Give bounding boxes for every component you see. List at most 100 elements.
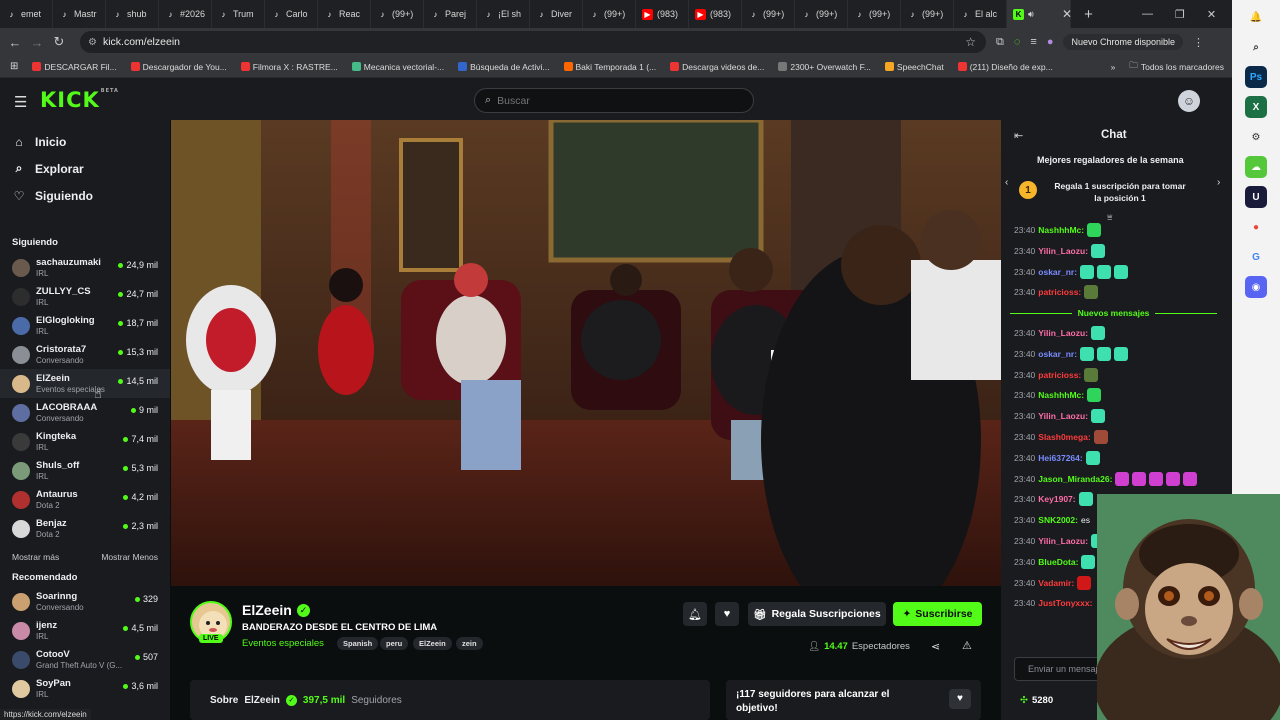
sync-icon[interactable]: ◌ xyxy=(1014,36,1021,48)
u-app-icon[interactable]: U xyxy=(1245,186,1267,208)
profile-icon[interactable]: ● xyxy=(1047,36,1054,48)
report-icon[interactable]: ⚠ xyxy=(962,639,972,652)
browser-tab[interactable]: ♪ #2026 xyxy=(159,0,212,28)
tab-audio-icon[interactable]: 🔊︎ xyxy=(1028,9,1034,20)
photoshop-icon[interactable]: Ps xyxy=(1245,66,1267,88)
channel-item[interactable]: SoyPan IRL 3,6 mil xyxy=(0,674,170,703)
stream-tag[interactable]: peru xyxy=(380,637,409,650)
close-tab-icon[interactable]: ✕ xyxy=(1062,7,1072,21)
browser-tab[interactable]: ♪ Reac xyxy=(318,0,371,28)
message-username[interactable]: Jason_Miranda26: xyxy=(1038,474,1112,484)
close-window-icon[interactable]: ✕ xyxy=(1207,8,1216,21)
media-icon[interactable]: ≡ xyxy=(1030,36,1036,48)
browser-tab[interactable]: ♪ Mastr xyxy=(53,0,106,28)
pin-icon[interactable]: ⩸ xyxy=(1107,212,1112,223)
bell-icon[interactable]: 🔔 xyxy=(1245,6,1267,28)
message-username[interactable]: patricioss: xyxy=(1038,370,1081,380)
search-box[interactable]: ⌕ xyxy=(474,88,754,113)
message-username[interactable]: SNK2002: xyxy=(1038,515,1078,525)
restore-icon[interactable]: ❐ xyxy=(1175,8,1185,21)
search-icon[interactable]: ⌕ xyxy=(1245,36,1267,58)
message-username[interactable]: BlueDota: xyxy=(1038,557,1078,567)
channel-item[interactable]: Kingteka IRL 7,4 mil xyxy=(0,427,170,456)
collapse-chat-icon[interactable]: ⇤ xyxy=(1014,129,1023,142)
goal-heart-button[interactable]: ♥ xyxy=(949,689,971,709)
channel-item[interactable]: Cristorata7 Conversando 15,3 mil xyxy=(0,340,170,369)
channel-item[interactable]: Benjaz Dota 2 2,3 mil xyxy=(0,514,170,543)
streamer-name[interactable]: ElZeein xyxy=(242,602,292,618)
browser-tab[interactable]: ▶ (983) xyxy=(636,0,689,28)
chrome-menu-icon[interactable]: ⋮ xyxy=(1193,36,1204,49)
message-username[interactable]: Yilin_Laozu: xyxy=(1038,411,1088,421)
channel-points[interactable]: ✣ 5280 xyxy=(1020,695,1053,706)
stream-category[interactable]: Eventos especiales xyxy=(242,638,324,649)
browser-tab[interactable]: ♪ Parej xyxy=(424,0,477,28)
menu-icon[interactable]: ☰ xyxy=(14,93,27,111)
show-more-button[interactable]: Mostrar más xyxy=(12,552,59,562)
chat-input[interactable]: Enviar un mensaje xyxy=(1014,657,1104,681)
channel-item[interactable]: sachauzumaki IRL 24,9 mil xyxy=(0,253,170,282)
browser-tab[interactable]: ♪ El alc xyxy=(954,0,1007,28)
stream-tag[interactable]: Spanish xyxy=(337,637,379,650)
channel-item[interactable]: LACOBRAAA Conversando 9 mil xyxy=(0,398,170,427)
show-less-button[interactable]: Mostrar Menos xyxy=(101,552,158,562)
extensions-icon[interactable]: ⧉ xyxy=(996,36,1004,49)
channel-item[interactable]: ijenz IRL 4,5 mil xyxy=(0,616,170,645)
new-chrome-button[interactable]: Nuevo Chrome disponible xyxy=(1063,34,1184,50)
message-username[interactable]: NashhhMc: xyxy=(1038,225,1084,235)
browser-tab[interactable]: ♪ ¡El sh xyxy=(477,0,530,28)
nav-item-siguiendo[interactable]: ♡ Siguiendo xyxy=(0,182,170,209)
message-username[interactable]: Slash0mega: xyxy=(1038,432,1090,442)
stream-tag[interactable]: zein xyxy=(456,637,483,650)
message-username[interactable]: Yilin_Laozu: xyxy=(1038,536,1088,546)
bookmark-item[interactable]: 2300+ Overwatch F... xyxy=(778,62,871,72)
reload-icon[interactable]: ↻ xyxy=(48,34,70,50)
gifters-next-icon[interactable]: › xyxy=(1217,177,1220,188)
message-username[interactable]: NashhhMc: xyxy=(1038,390,1084,400)
bookmark-item[interactable]: (211) Diseño de exp... xyxy=(957,62,1053,72)
channel-item[interactable]: Shuls_off IRL 5,3 mil xyxy=(0,456,170,485)
channel-item[interactable]: Antaurus Dota 2 4,2 mil xyxy=(0,485,170,514)
bookmark-item[interactable]: Descargador de You... xyxy=(130,62,227,72)
gift-subs-button[interactable]: 🎁︎ Regala Suscripciones xyxy=(748,602,886,626)
channel-item[interactable]: ElZeein Eventos especiales 14,5 mil xyxy=(0,369,170,398)
message-username[interactable]: oskar_nr: xyxy=(1038,349,1077,359)
bookmark-item[interactable]: Búsqueda de Activi... xyxy=(458,62,550,72)
channel-item[interactable]: ElGlogloking IRL 18,7 mil xyxy=(0,311,170,340)
channel-item[interactable]: CotooV Grand Theft Auto V (G... 507 xyxy=(0,645,170,674)
apps-grid-icon[interactable]: ⊞ xyxy=(10,61,18,72)
more-bookmarks-icon[interactable]: » xyxy=(1111,62,1116,72)
excel-icon[interactable]: X xyxy=(1245,96,1267,118)
message-username[interactable]: Yilin_Laozu: xyxy=(1038,246,1088,256)
bookmark-item[interactable]: DESCARGAR Fil... xyxy=(32,62,117,72)
browser-tab[interactable]: ♪ shub xyxy=(106,0,159,28)
stream-tag[interactable]: ElZeein xyxy=(413,637,452,650)
browser-tab[interactable]: ♪ (99+) xyxy=(583,0,636,28)
browser-tab[interactable]: ♪ (99+) xyxy=(371,0,424,28)
discord-icon[interactable]: ◉ xyxy=(1245,276,1267,298)
gifters-prev-icon[interactable]: ‹ xyxy=(1005,177,1008,188)
gear-icon[interactable]: ⚙ xyxy=(1245,126,1267,148)
subscribe-button[interactable]: ✦ Suscribirse xyxy=(893,602,982,626)
nav-item-explorar[interactable]: ⌕ Explorar xyxy=(0,155,170,182)
google-icon[interactable]: G xyxy=(1245,246,1267,268)
bookmark-star-icon[interactable]: ☆ xyxy=(965,35,976,49)
user-avatar[interactable]: ☺ xyxy=(1178,90,1200,112)
back-icon[interactable]: ← xyxy=(4,35,26,50)
url-input[interactable]: ⚙ kick.com/elzeein ☆ xyxy=(80,31,986,53)
site-info-icon[interactable]: ⚙ xyxy=(88,37,97,48)
channel-item[interactable]: Soarinng Conversando 329 xyxy=(0,587,170,616)
browser-tab[interactable]: ♪ (99+) xyxy=(848,0,901,28)
message-username[interactable]: patricioss: xyxy=(1038,287,1081,297)
minimize-icon[interactable]: — xyxy=(1142,8,1153,20)
browser-tab[interactable]: ♪ emet xyxy=(0,0,53,28)
message-username[interactable]: JustTonyxxx: xyxy=(1038,598,1092,608)
bookmark-item[interactable]: Descarga videos de... xyxy=(670,62,764,72)
cloud-icon[interactable]: ☁ xyxy=(1245,156,1267,178)
bookmark-item[interactable]: SpeechChat xyxy=(884,62,944,72)
all-bookmarks-button[interactable]: 🗀 Todos los marcadores xyxy=(1129,60,1224,74)
video-player[interactable] xyxy=(171,120,1001,586)
share-icon[interactable]: ⋖ xyxy=(931,640,940,653)
bookmark-item[interactable]: Mecanica vectorial-... xyxy=(351,62,444,72)
browser-tab[interactable]: ♪ (99+) xyxy=(901,0,954,28)
